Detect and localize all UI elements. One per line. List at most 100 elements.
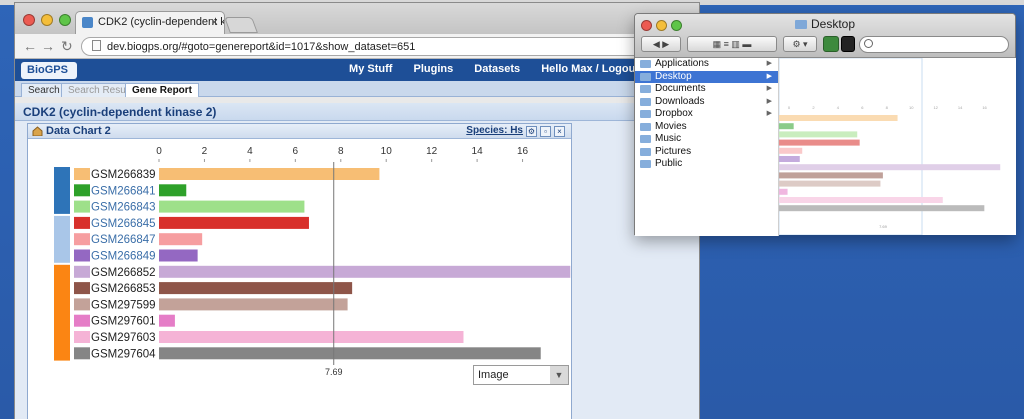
mini-tick-label-5: 10 — [909, 105, 914, 110]
group-bar-2 — [54, 264, 70, 361]
app-icon-1[interactable] — [823, 36, 839, 52]
category-label-5: GSM266849 — [91, 251, 156, 263]
bar-9 — [159, 314, 175, 327]
x-tick-label-3: 6 — [293, 146, 299, 157]
category-label-8: GSM297599 — [91, 299, 156, 311]
chevron-right-icon: ▶ — [766, 60, 772, 67]
finder-item-label: Music — [655, 133, 682, 144]
x-tick-label-5: 10 — [381, 146, 393, 157]
mini-mean-label: 7.69 — [879, 224, 888, 229]
finder-item-desktop[interactable]: Desktop ▶ — [635, 70, 778, 83]
nav-my-stuff[interactable]: My Stuff — [349, 63, 392, 75]
page-icon — [92, 40, 101, 51]
minimize-window-button[interactable] — [41, 14, 53, 26]
bar-7 — [159, 282, 353, 295]
chevron-right-icon: ▶ — [766, 97, 772, 105]
finder-preview: 0246810121416GSM266839GSM266841GSM266843… — [779, 58, 1016, 235]
bar-5 — [159, 249, 198, 262]
reload-icon[interactable]: ↻ — [61, 38, 73, 55]
finder-item-label: Public — [655, 158, 683, 169]
nav-plugins[interactable]: Plugins — [414, 63, 454, 75]
folder-icon — [640, 60, 651, 68]
mini-bar-10 — [779, 197, 943, 203]
browser-window: CDK2 (cyclin-dependent k × ← → ↻ dev.bio… — [14, 2, 700, 419]
x-tick-label-7: 14 — [472, 146, 484, 157]
close-window-button[interactable] — [23, 14, 35, 26]
mini-bar-7 — [779, 172, 883, 179]
finder-item-public[interactable]: Public — [635, 158, 778, 171]
mini-bar-6 — [779, 164, 1001, 171]
mini-bar-0 — [779, 115, 898, 121]
tab-close-icon[interactable]: × — [211, 15, 218, 29]
finder-item-movies[interactable]: Movies — [635, 121, 778, 134]
new-tab-button[interactable] — [224, 17, 258, 33]
image-select[interactable]: Image ▼ — [473, 365, 569, 385]
finder-search-input[interactable] — [859, 36, 1009, 53]
legend-swatch-10 — [74, 331, 90, 343]
action-gear-icon[interactable]: ⚙ ▾ — [783, 36, 817, 52]
legend-swatch-3 — [74, 216, 90, 229]
finder-item-documents[interactable]: Documents ▶ — [635, 83, 778, 96]
category-label-4: GSM266847 — [91, 234, 156, 246]
legend-swatch-7 — [74, 282, 90, 295]
x-tick-label-0: 0 — [156, 146, 162, 157]
bar-4 — [159, 233, 203, 246]
zoom-window-button[interactable] — [59, 14, 71, 26]
report-title: CDK2 (cyclin-dependent kinase 2) — [15, 103, 699, 121]
x-tick-label-1: 2 — [202, 146, 208, 157]
dropdown-arrow-icon[interactable]: ▼ — [550, 366, 568, 384]
finder-window: Desktop ◀ ▶ ▦ ≡ ▥ ▬ ⚙ ▾ Applications ▶ Des… — [634, 13, 1016, 236]
bar-1 — [159, 184, 187, 197]
chevron-right-icon: ▶ — [766, 85, 772, 92]
maximize-icon[interactable]: ▫ — [540, 126, 551, 137]
mini-tick-label-8: 16 — [982, 105, 987, 110]
nav-account[interactable]: Hello Max / Logout — [541, 63, 639, 75]
legend-swatch-2 — [74, 200, 90, 213]
url-bar[interactable]: dev.biogps.org/#goto=genereport&id=1017&… — [81, 37, 693, 56]
mini-bar-4 — [779, 147, 803, 154]
bar-0 — [159, 168, 380, 180]
url-text: dev.biogps.org/#goto=genereport&id=1017&… — [107, 41, 416, 53]
finder-item-downloads[interactable]: Downloads ▶ — [635, 96, 778, 109]
category-label-11: GSM297604 — [91, 348, 156, 360]
terminal-icon[interactable] — [841, 36, 855, 52]
x-tick-label-6: 12 — [426, 146, 438, 157]
folder-icon — [640, 135, 651, 143]
close-panel-icon[interactable]: × — [554, 126, 565, 137]
finder-title: Desktop — [635, 17, 1015, 31]
panel-title: Data Chart 2 — [46, 125, 111, 137]
mean-label: 7.69 — [325, 367, 343, 377]
finder-item-label: Movies — [655, 120, 687, 132]
favicon-icon — [82, 17, 93, 28]
tab-title: CDK2 (cyclin-dependent k — [98, 16, 225, 28]
nav-datasets[interactable]: Datasets — [474, 63, 520, 75]
browser-tab[interactable]: CDK2 (cyclin-dependent k × — [75, 11, 225, 34]
mini-tick-label-7: 14 — [958, 105, 963, 110]
finder-item-pictures[interactable]: Pictures — [635, 146, 778, 159]
category-label-10: GSM297603 — [91, 332, 156, 344]
bar-6 — [159, 265, 571, 278]
legend-swatch-6 — [74, 265, 90, 278]
finder-item-dropbox[interactable]: Dropbox ▶ — [635, 108, 778, 121]
view-mode-buttons[interactable]: ▦ ≡ ▥ ▬ — [687, 36, 777, 52]
finder-item-applications[interactable]: Applications ▶ — [635, 58, 778, 71]
biogps-logo[interactable]: BioGPS — [21, 62, 77, 79]
settings-icon[interactable]: ⚙ — [526, 126, 537, 137]
category-label-2: GSM266843 — [91, 202, 156, 214]
finder-item-music[interactable]: Music — [635, 133, 778, 146]
back-arrow-icon[interactable]: ← — [23, 38, 37, 54]
tab-search[interactable]: Search — [21, 83, 67, 97]
group-bar-0 — [54, 167, 70, 214]
legend-swatch-1 — [74, 184, 90, 197]
finder-sidebar: Applications ▶ Desktop ▶ Documents ▶ Downloads… — [635, 58, 779, 236]
finder-back-forward[interactable]: ◀ ▶ — [641, 36, 681, 52]
mini-bar-1 — [779, 123, 794, 130]
finder-titlebar: Desktop ◀ ▶ ▦ ≡ ▥ ▬ ⚙ ▾ — [635, 14, 1015, 58]
bar-11 — [159, 347, 541, 360]
tab-gene-report[interactable]: Gene Report — [125, 83, 200, 97]
species-selector[interactable]: Species: Hs — [466, 125, 523, 136]
group-bar-1 — [54, 215, 70, 263]
forward-arrow-icon[interactable]: → — [41, 38, 55, 54]
mini-bar-9 — [779, 188, 788, 195]
category-label-1: GSM266841 — [91, 185, 156, 197]
